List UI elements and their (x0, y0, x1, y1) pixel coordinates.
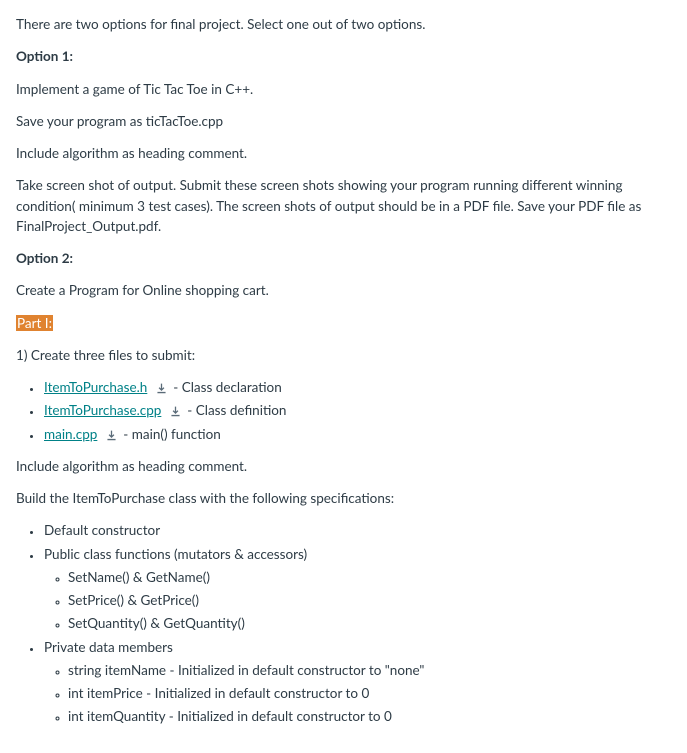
part-label: Part I: (16, 313, 671, 333)
build-class-text: Build the ItemToPurchase class with the … (16, 488, 671, 508)
option1-line1: Implement a game of Tic Tac Toe in C++. (16, 79, 671, 99)
intro-text: There are two options for final project.… (16, 14, 671, 34)
list-item: Default constructor (42, 520, 671, 540)
include-algo-text: Include algorithm as heading comment. (16, 456, 671, 476)
option1-line2: Save your program as ticTacToe.cpp (16, 111, 671, 131)
list-item: Private data members string itemName - I… (42, 637, 671, 727)
part-highlight: Part I: (16, 315, 53, 331)
file-desc: - main() function (123, 426, 220, 442)
option2-line1: Create a Program for Online shopping car… (16, 280, 671, 300)
file-link-main[interactable]: main.cpp (44, 426, 97, 442)
list-item: SetQuantity() & GetQuantity() (68, 613, 671, 633)
file-link-cpp[interactable]: ItemToPurchase.cpp (44, 402, 161, 418)
list-item: main.cpp - main() function (42, 424, 671, 444)
list-item: int itemQuantity - Initialized in defaul… (68, 706, 671, 726)
list-item: SetName() & GetName() (68, 567, 671, 587)
file-link-header[interactable]: ItemToPurchase.h (44, 379, 147, 395)
option2-heading: Option 2: (16, 248, 671, 268)
option1-line3: Include algorithm as heading comment. (16, 143, 671, 163)
download-icon[interactable] (169, 405, 182, 418)
option1-heading: Option 1: (16, 46, 671, 66)
download-icon[interactable] (105, 429, 118, 442)
spec-label: Public class functions (mutators & acces… (44, 546, 307, 562)
spec-label: Private data members (44, 639, 173, 655)
spec-sublist-functions: SetName() & GetName() SetPrice() & GetPr… (44, 567, 671, 634)
spec-sublist-members: string itemName - Initialized in default… (44, 660, 671, 727)
list-item: Public class functions (mutators & acces… (42, 544, 671, 634)
list-item: string itemName - Initialized in default… (68, 660, 671, 680)
file-desc: - Class declaration (173, 379, 282, 395)
list-item: SetPrice() & GetPrice() (68, 590, 671, 610)
download-icon[interactable] (155, 382, 168, 395)
create-files-text: 1) Create three files to submit: (16, 345, 671, 365)
file-list: ItemToPurchase.h - Class declaration Ite… (16, 377, 671, 444)
file-desc: - Class definition (187, 402, 286, 418)
list-item: int itemPrice - Initialized in default c… (68, 683, 671, 703)
list-item: ItemToPurchase.h - Class declaration (42, 377, 671, 397)
option1-line4: Take screen shot of output. Submit these… (16, 175, 671, 236)
spec-list: Default constructor Public class functio… (16, 520, 671, 726)
list-item: ItemToPurchase.cpp - Class definition (42, 400, 671, 420)
